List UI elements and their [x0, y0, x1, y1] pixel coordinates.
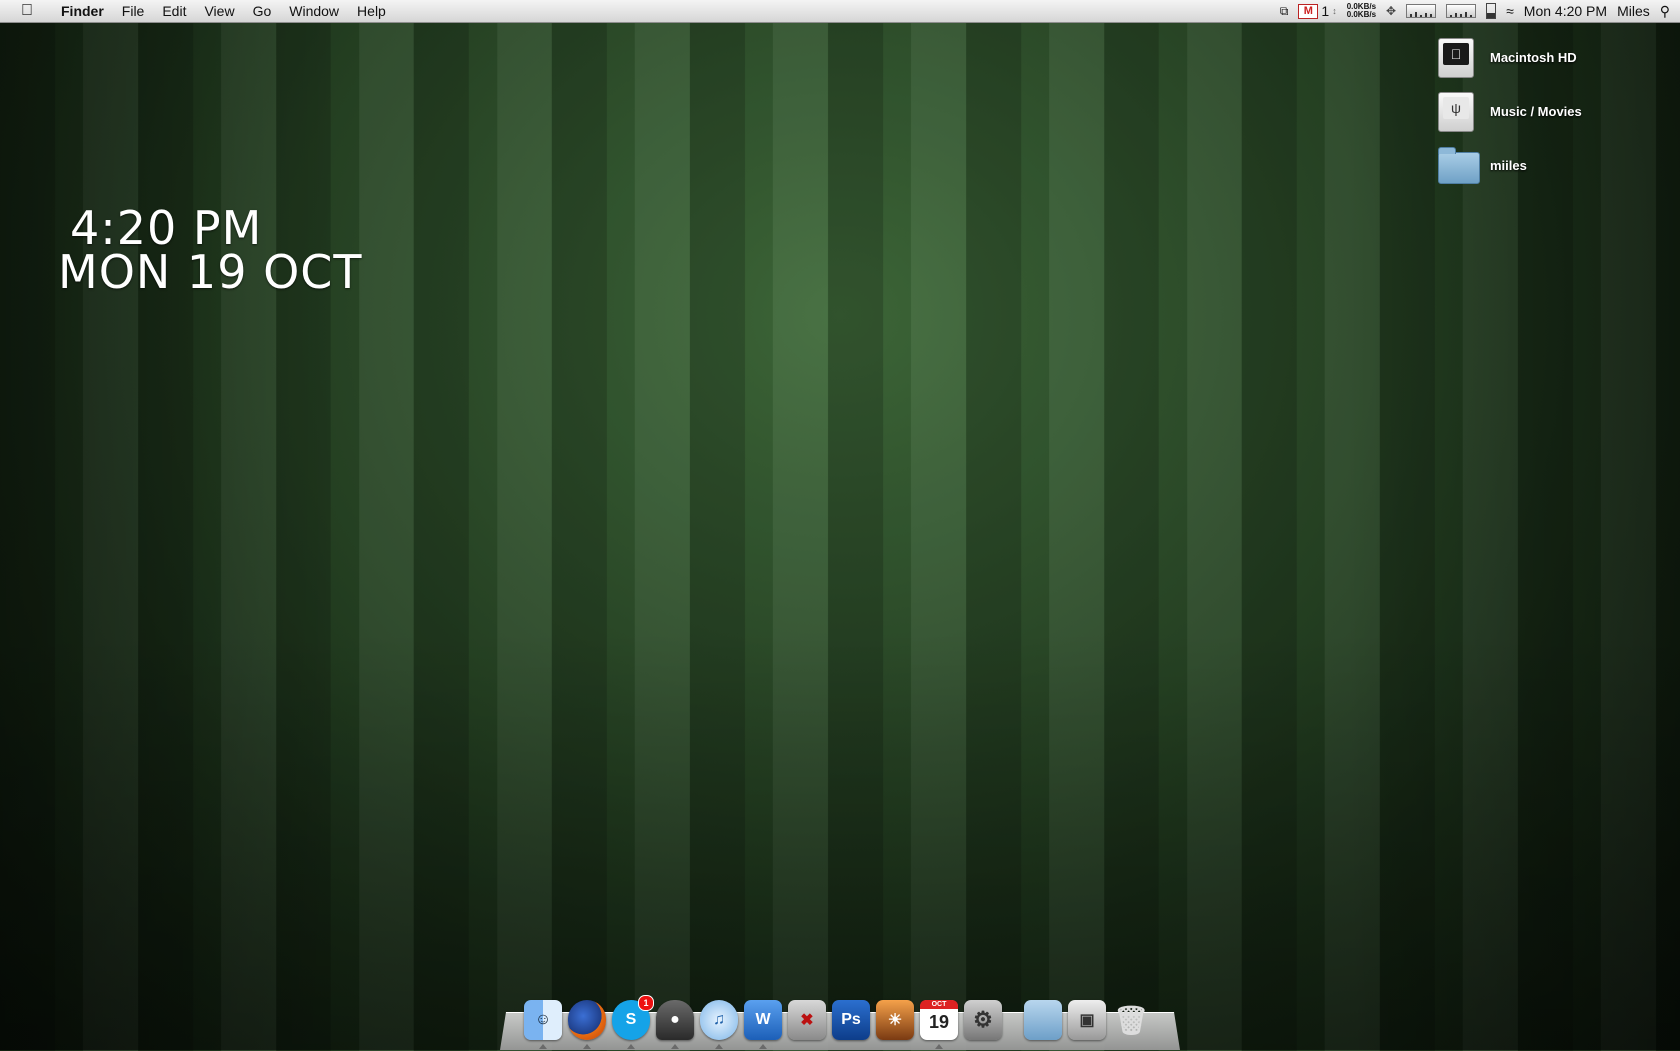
desktop-icon-music-movies[interactable]: ψ Music / Movies: [1420, 84, 1680, 138]
stepper-icon: ↕: [1332, 6, 1337, 16]
gmail-count: 1: [1321, 3, 1330, 19]
skype-icon[interactable]: S 1: [612, 995, 654, 1049]
word-icon[interactable]: W: [744, 1000, 782, 1049]
desktop-icon-macintosh-hd[interactable]:  Macintosh HD: [1420, 30, 1680, 84]
spotlight-search-icon[interactable]: ⚲: [1660, 3, 1670, 20]
net-down: 0.0KB/s: [1346, 10, 1377, 19]
network-monitor[interactable]: 0.0KB/s 0.0KB/s: [1347, 3, 1376, 19]
usb-drive-icon: ψ: [1438, 92, 1474, 132]
folder-icon: [1438, 147, 1480, 184]
word-label: W: [755, 1011, 771, 1028]
desktop-clock-widget: 4:20 PM MON 19 OCT: [58, 205, 363, 299]
status-area: ⧉ M 1 ↕ 0.0KB/s 0.0KB/s ✥ ≈ Mon 4:20 PM …: [1280, 0, 1670, 22]
system-preferences-icon[interactable]: ⚙: [964, 1000, 1002, 1040]
menu-file[interactable]: File: [113, 0, 154, 22]
photoshop-icon[interactable]: Ps: [832, 1000, 870, 1040]
menubar-clock[interactable]: Mon 4:20 PM: [1524, 3, 1607, 19]
trash-icon[interactable]: 🗑: [1112, 1000, 1150, 1040]
iphoto-icon[interactable]: ☀: [876, 1000, 914, 1040]
skype-label: S: [625, 1011, 637, 1028]
adium-icon[interactable]: ●: [656, 1000, 694, 1049]
widget-date: MON 19 OCT: [58, 245, 363, 299]
menu-bar:  Finder File Edit View Go Window Help ⧉…: [0, 0, 1680, 23]
itunes-icon[interactable]: ♫: [700, 1000, 738, 1049]
menu-view[interactable]: View: [195, 0, 243, 22]
disk-indicator-icon[interactable]: [1486, 3, 1497, 19]
menu-help[interactable]: Help: [348, 0, 395, 22]
desktop-icon-label: miiles: [1490, 157, 1527, 173]
hard-drive-icon: : [1438, 38, 1474, 78]
wifi-icon[interactable]: ≈: [1506, 3, 1514, 19]
downloads-stack-icon[interactable]: ▣: [1068, 1000, 1106, 1040]
ical-day: 19: [928, 1012, 950, 1032]
cpu-meter[interactable]: [1406, 4, 1437, 18]
dock: ☺ S 1 ● ♫ W ✖ Ps ☀ OCT 19 ⚙ ▣ 🗑: [524, 992, 1150, 1049]
menu-go[interactable]: Go: [244, 0, 281, 22]
menu-edit[interactable]: Edit: [153, 0, 195, 22]
gmail-notifier[interactable]: M 1 ↕: [1298, 3, 1337, 19]
applications-stack-icon[interactable]: [1024, 1000, 1062, 1040]
menu-app-name[interactable]: Finder: [52, 0, 113, 22]
apple-menu-icon[interactable]: : [16, 0, 38, 22]
bowtie-icon[interactable]: ⧉: [1280, 4, 1289, 19]
photoshop-label: Ps: [841, 1011, 861, 1028]
skype-badge: 1: [638, 995, 654, 1011]
menu-window[interactable]: Window: [280, 0, 348, 22]
desktop-icons:  Macintosh HD ψ Music / Movies miiles: [1420, 30, 1680, 192]
firefox-icon[interactable]: [568, 1000, 606, 1049]
finder-icon[interactable]: ☺: [524, 1000, 562, 1049]
ical-month: OCT: [920, 1000, 958, 1009]
move-icon[interactable]: ✥: [1386, 4, 1396, 18]
desktop-icon-label: Macintosh HD: [1490, 49, 1577, 65]
installer-icon[interactable]: ✖: [788, 1000, 826, 1040]
memory-meter[interactable]: [1446, 4, 1477, 18]
desktop-icon-miiles[interactable]: miiles: [1420, 138, 1680, 192]
desktop-icon-label: Music / Movies: [1490, 103, 1582, 119]
gmail-icon: M: [1298, 3, 1319, 19]
ical-icon[interactable]: OCT 19: [920, 1000, 958, 1049]
user-menu[interactable]: Miles: [1617, 3, 1650, 19]
